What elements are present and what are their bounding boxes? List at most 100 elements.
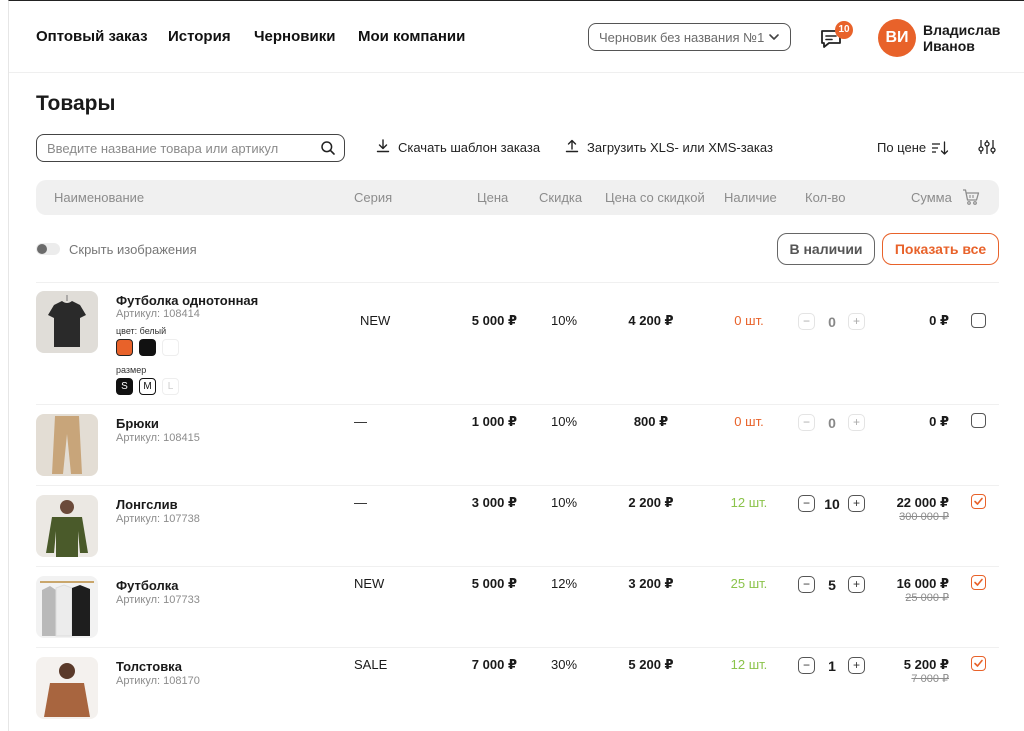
product-sku: Артикул: 108170: [116, 675, 200, 687]
product-image[interactable]: [36, 657, 98, 719]
qty-value[interactable]: 5: [822, 577, 842, 593]
product-stock: 25 шт.: [730, 576, 768, 591]
product-series: —: [354, 495, 367, 510]
product-sum: 5 200 ₽: [903, 657, 949, 672]
product-price: 5 000 ₽: [471, 576, 517, 591]
product-price: 1 000 ₽: [471, 414, 517, 429]
page-title: Товары: [36, 92, 116, 115]
col-discount[interactable]: Скидка: [539, 190, 582, 205]
qty-decrease-button[interactable]: −: [798, 313, 815, 330]
product-name[interactable]: Лонгслив: [116, 497, 178, 512]
color-swatch-white[interactable]: [162, 339, 179, 356]
product-name[interactable]: Брюки: [116, 416, 159, 431]
product-series: NEW: [354, 576, 385, 591]
top-bar: Оптовый заказ История Черновики Мои комп…: [9, 1, 1024, 73]
product-price: 3 000 ₽: [471, 495, 517, 510]
size-option-m[interactable]: M: [139, 378, 156, 395]
product-series: SALE: [354, 657, 388, 672]
col-stock[interactable]: Наличие: [724, 190, 777, 205]
sort-label[interactable]: По цене: [877, 140, 926, 155]
qty-value[interactable]: 1: [822, 658, 842, 674]
color-label: цвет: белый: [116, 326, 167, 336]
upload-order-button[interactable]: Загрузить XLS- или XMS-заказ: [565, 139, 773, 155]
product-discount-price: 5 200 ₽: [628, 657, 674, 672]
draft-select[interactable]: Черновик без названия №1: [588, 23, 791, 51]
search-icon[interactable]: [320, 140, 336, 156]
product-sku: Артикул: 108414: [116, 308, 200, 320]
nav-wholesale-order[interactable]: Оптовый заказ: [36, 28, 148, 45]
row-checkbox[interactable]: [971, 313, 986, 328]
product-sum: 22 000 ₽: [896, 495, 949, 510]
qty-value[interactable]: 0: [822, 314, 842, 330]
tshirt-image: [48, 295, 86, 347]
product-name[interactable]: Футболка однотонная: [116, 293, 258, 308]
size-option-l[interactable]: L: [162, 378, 179, 395]
chevron-down-icon: [769, 34, 779, 40]
row-checkbox[interactable]: [971, 575, 986, 590]
size-label: размер: [116, 365, 147, 375]
col-series[interactable]: Серия: [354, 190, 392, 205]
download-template-button[interactable]: Скачать шаблон заказа: [376, 139, 541, 155]
color-swatch-orange[interactable]: [116, 339, 133, 356]
product-image[interactable]: [36, 414, 98, 476]
product-image[interactable]: [36, 495, 98, 557]
qty-decrease-button[interactable]: −: [798, 657, 815, 674]
sort-icon[interactable]: [931, 140, 949, 156]
table-row: Лонгслив Артикул: 107738 — 3 000 ₽ 10% 2…: [36, 485, 999, 566]
product-stock: 0 шт.: [734, 414, 764, 429]
show-all-button[interactable]: Показать все: [882, 233, 999, 265]
nav-history[interactable]: История: [168, 28, 231, 45]
avatar[interactable]: ВИ: [878, 19, 916, 57]
draft-select-value: Черновик без названия №1: [599, 30, 765, 45]
product-discount: 12%: [550, 576, 578, 591]
qty-decrease-button[interactable]: −: [798, 576, 815, 593]
qty-value[interactable]: 0: [822, 415, 842, 431]
size-option-s[interactable]: S: [116, 378, 133, 395]
row-checkbox[interactable]: [971, 656, 986, 671]
col-sum[interactable]: Сумма: [911, 190, 952, 205]
row-checkbox[interactable]: [971, 494, 986, 509]
table-header: Наименование Серия Цена Скидка Цена со с…: [36, 180, 999, 215]
cart-icon[interactable]: [962, 188, 980, 206]
product-name[interactable]: Футболка: [116, 578, 179, 593]
search-input[interactable]: Введите название товара или артикул: [36, 134, 345, 162]
nav-drafts[interactable]: Черновики: [254, 28, 335, 45]
row-checkbox[interactable]: [971, 413, 986, 428]
col-name[interactable]: Наименование: [54, 190, 144, 205]
qty-decrease-button[interactable]: −: [798, 495, 815, 512]
check-icon: [974, 497, 983, 505]
hide-images-label: Скрыть изображения: [69, 242, 197, 257]
product-stock: 12 шт.: [730, 657, 768, 672]
product-old-sum: 7 000 ₽: [911, 673, 949, 685]
longsleeve-image: [46, 500, 88, 557]
product-image[interactable]: [36, 291, 98, 353]
check-icon: [974, 578, 983, 586]
col-qty[interactable]: Кол-во: [805, 190, 845, 205]
product-stock: 0 шт.: [734, 313, 764, 328]
qty-decrease-button[interactable]: −: [798, 414, 815, 431]
filter-settings-icon[interactable]: [978, 138, 996, 156]
product-sku: Артикул: 108415: [116, 432, 200, 444]
user-name[interactable]: Владислав Иванов: [923, 22, 1013, 54]
product-image[interactable]: [36, 576, 98, 638]
product-old-sum: 25 000 ₽: [905, 592, 949, 604]
qty-value[interactable]: 10: [822, 496, 842, 512]
product-discount-price: 3 200 ₽: [628, 576, 674, 591]
col-price[interactable]: Цена: [477, 190, 508, 205]
color-swatch-black[interactable]: [139, 339, 156, 356]
nav-my-companies[interactable]: Мои компании: [358, 28, 465, 45]
sweatshirt-image: [44, 663, 90, 717]
product-price: 5 000 ₽: [471, 313, 517, 328]
product-discount-price: 800 ₽: [633, 414, 669, 429]
app-window: Оптовый заказ История Черновики Мои комп…: [8, 0, 1024, 731]
trousers-image: [52, 416, 82, 474]
tshirts-on-hangers-image: [40, 581, 94, 637]
col-discount-price[interactable]: Цена со скидкой: [605, 190, 705, 205]
notification-badge: 10: [835, 21, 853, 39]
hide-images-toggle[interactable]: [36, 243, 60, 255]
product-name[interactable]: Толстовка: [116, 659, 182, 674]
download-template-label: Скачать шаблон заказа: [398, 140, 541, 155]
product-series: —: [354, 414, 367, 429]
in-stock-button[interactable]: В наличии: [777, 233, 875, 265]
upload-order-label: Загрузить XLS- или XMS-заказ: [587, 140, 773, 155]
